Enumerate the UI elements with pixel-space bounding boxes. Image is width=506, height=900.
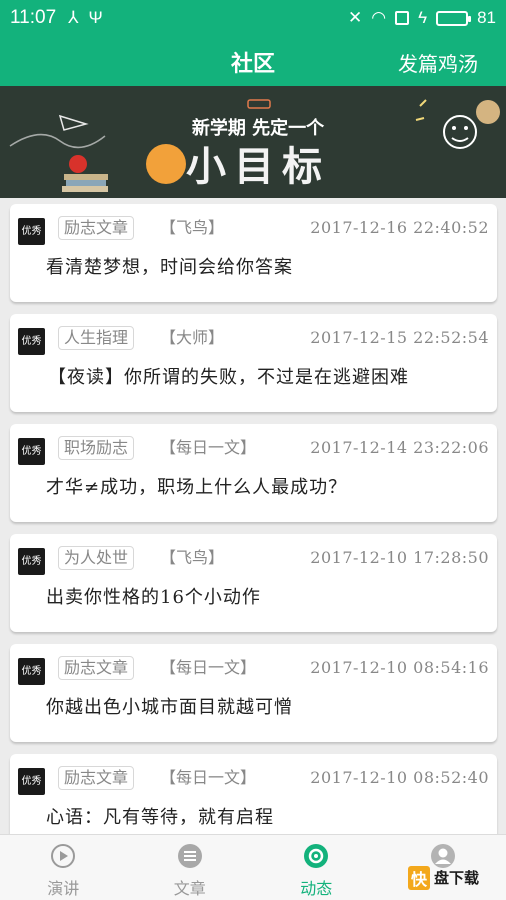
category-tag: 人生指理	[58, 326, 135, 350]
banner[interactable]: 新学期 先定一个 小目标	[0, 86, 506, 198]
tab-speech[interactable]: 演讲	[0, 835, 127, 900]
avatar: 优秀	[18, 438, 45, 465]
tab-label: 演讲	[47, 879, 80, 898]
status-bar: 11:07 ⅄ Ψ ✕ ◠ ϟ 81	[0, 0, 506, 36]
post-title: 你越出色小城市面目就越可憎	[46, 697, 293, 718]
tab-label: 动态	[300, 879, 333, 898]
post-card[interactable]: 优秀 人生指理 【大师】 2017-12-15 22:52:54 【夜读】你所谓…	[10, 314, 497, 412]
play-icon	[51, 844, 76, 868]
tab-article[interactable]: 文章	[127, 835, 254, 900]
tab-feed[interactable]: 动态	[253, 835, 380, 900]
post-author: 【每日一文】	[160, 438, 257, 457]
post-title: 才华≠成功，职场上什么人最成功？	[46, 477, 348, 498]
app-bar: 社区 发篇鸡汤	[0, 36, 506, 86]
article-icon	[177, 844, 202, 868]
mute-icon: ✕	[347, 8, 363, 27]
apple-icon	[69, 155, 87, 173]
battery-icon	[436, 10, 472, 26]
post-author: 【飞鸟】	[160, 218, 225, 237]
avatar: 优秀	[18, 768, 45, 795]
post-title: 心语：凡有等待，就有启程	[46, 807, 274, 828]
category-tag: 励志文章	[58, 216, 135, 240]
category-tag: 为人处世	[58, 546, 135, 570]
post-date: 2017-12-15 22:52:54	[310, 328, 489, 347]
post-author: 【大师】	[160, 328, 225, 347]
post-card[interactable]: 优秀 励志文章 【每日一文】 2017-12-10 08:54:16 你越出色小…	[10, 644, 497, 742]
post-date: 2017-12-10 08:52:40	[310, 768, 489, 787]
post-card[interactable]: 优秀 为人处世 【飞鸟】 2017-12-10 17:28:50 出卖你性格的1…	[10, 534, 497, 632]
post-title: 出卖你性格的16个小动作	[46, 587, 261, 608]
category-tag: 职场励志	[58, 436, 135, 460]
avatar: 优秀	[18, 548, 45, 575]
category-tag: 励志文章	[58, 656, 135, 680]
post-card[interactable]: 优秀 励志文章 【飞鸟】 2017-12-16 22:40:52 看清楚梦想，时…	[10, 204, 497, 302]
banner-line1: 新学期 先定一个	[192, 117, 325, 139]
post-card[interactable]: 优秀 职场励志 【每日一文】 2017-12-14 23:22:06 才华≠成功…	[10, 424, 497, 522]
post-title: 看清楚梦想，时间会给你答案	[46, 257, 293, 278]
watermark-text: 盘下载	[434, 869, 479, 887]
post-date: 2017-12-14 23:22:06	[310, 438, 489, 457]
post-soup-button[interactable]: 发篇鸡汤	[398, 48, 478, 77]
usb-debug-icon: Ψ	[88, 8, 103, 27]
banner-graphic: 新学期 先定一个 小目标	[0, 86, 506, 198]
post-author: 【每日一文】	[160, 658, 257, 677]
wifi-icon: ◠	[371, 8, 387, 27]
avatar: 优秀	[18, 658, 45, 685]
watermark-logo: 快 盘下载	[408, 864, 500, 894]
post-list[interactable]: 优秀 励志文章 【飞鸟】 2017-12-16 22:40:52 看清楚梦想，时…	[0, 198, 506, 834]
status-time: 11:07	[10, 7, 57, 28]
avatar: 优秀	[18, 218, 45, 245]
feed-icon	[304, 844, 329, 868]
banner-line2: 小目标	[186, 144, 330, 190]
post-date: 2017-12-10 17:28:50	[310, 548, 489, 567]
category-tag: 励志文章	[58, 766, 135, 790]
charging-icon: ϟ	[418, 8, 428, 27]
post-title: 【夜读】你所谓的失败，不过是在逃避困难	[48, 367, 409, 388]
post-author: 【每日一文】	[160, 768, 257, 787]
avatar: 优秀	[18, 328, 45, 355]
watermark-brand: 快	[411, 870, 428, 889]
post-card[interactable]: 优秀 励志文章 【每日一文】 2017-12-10 08:52:40 心语：凡有…	[10, 754, 497, 834]
post-author: 【飞鸟】	[160, 548, 225, 567]
usb-icon: ⅄	[68, 8, 79, 27]
tab-label: 文章	[173, 879, 206, 898]
post-date: 2017-12-16 22:40:52	[310, 218, 489, 237]
battery-level: 81	[477, 8, 496, 27]
post-date: 2017-12-10 08:54:16	[310, 658, 489, 677]
screen-icon	[395, 11, 410, 25]
